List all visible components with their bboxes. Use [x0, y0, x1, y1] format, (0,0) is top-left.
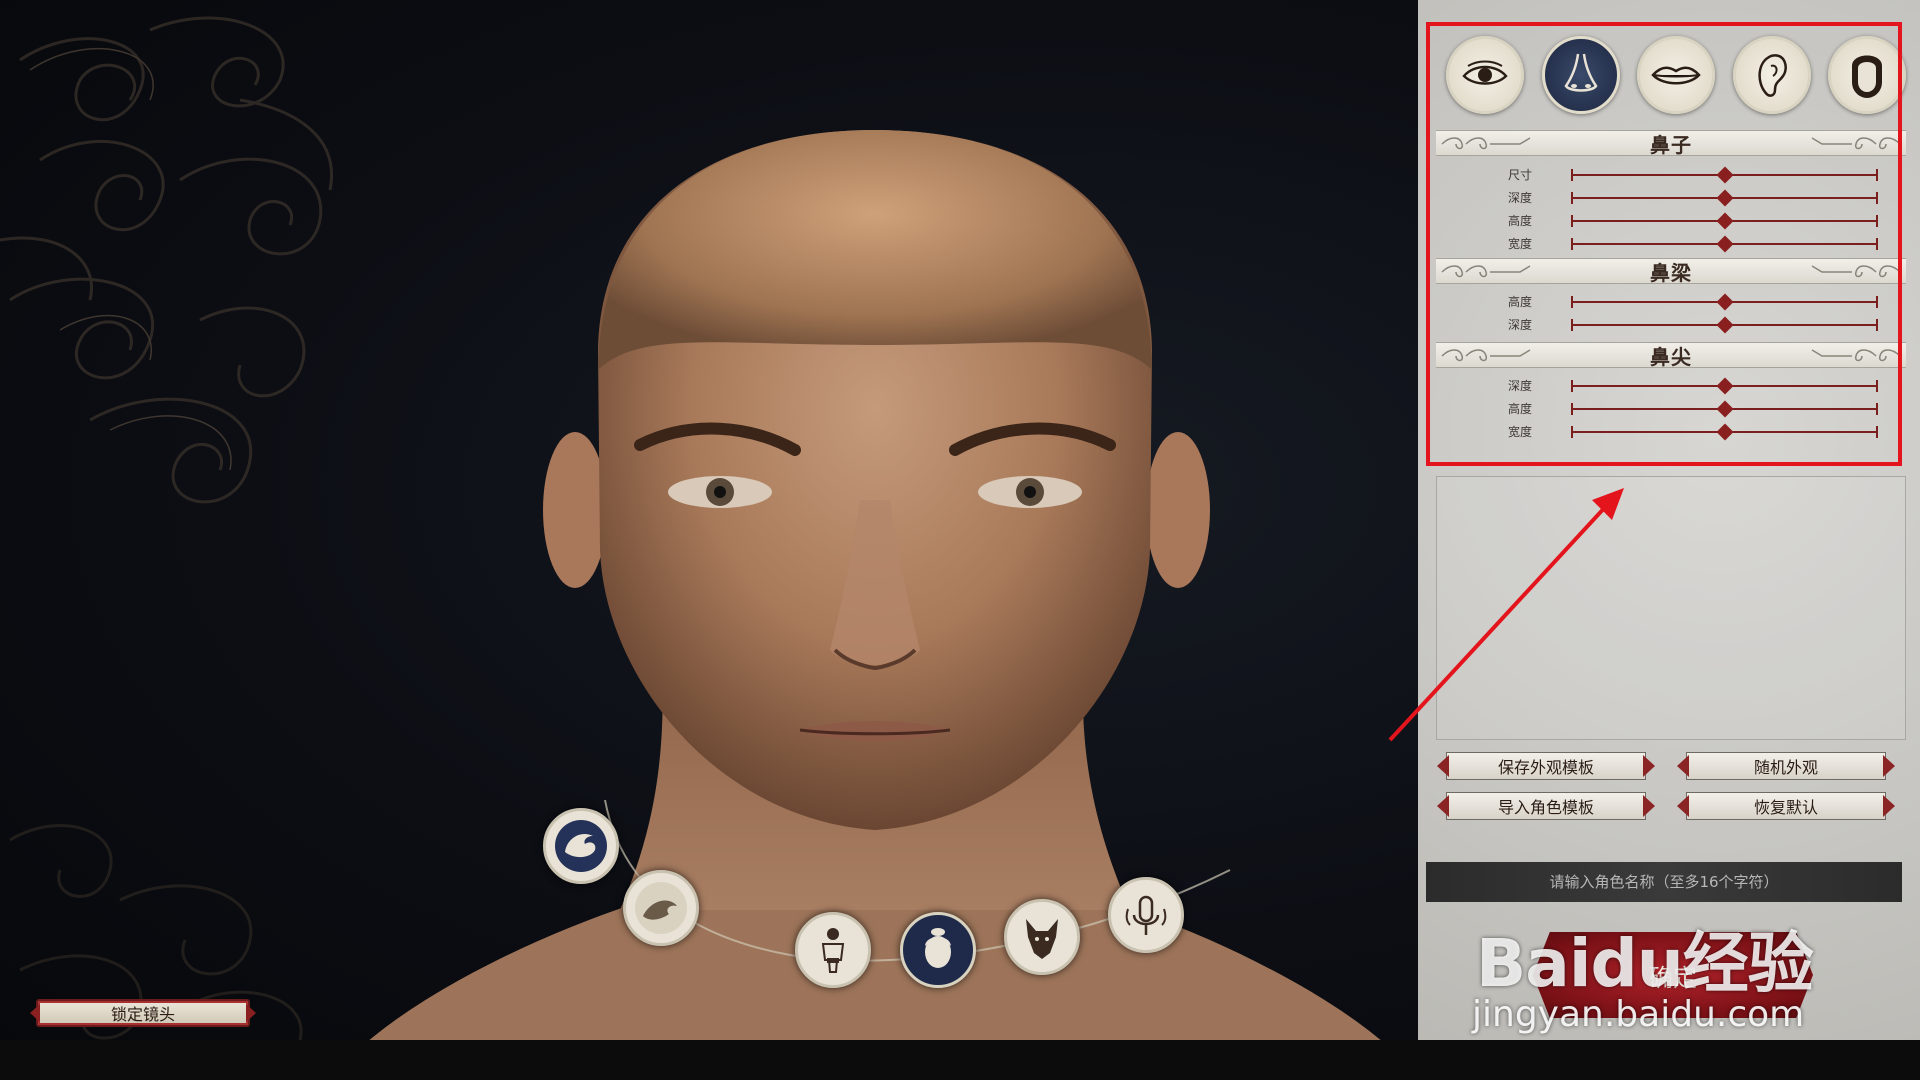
wheel-body-button[interactable] [795, 912, 871, 988]
wheel-head-button[interactable] [900, 912, 976, 988]
import-template-button[interactable]: 导入角色模板 [1446, 792, 1646, 820]
wheel-wolf-button[interactable] [1004, 899, 1080, 975]
annotation-arrow [1388, 488, 1624, 742]
save-template-button[interactable]: 保存外观模板 [1446, 752, 1646, 780]
restore-default-button[interactable]: 恢复默认 [1686, 792, 1886, 820]
body-icon [821, 928, 845, 973]
dragon-icon [555, 820, 607, 872]
game-screen: 锁定镜头 鼻子 尺寸 深度 高度 宽度 鼻梁 高度 深度 鼻尖 深度 高度 宽度… [0, 0, 1920, 1080]
lock-camera-button[interactable]: 锁定镜头 [36, 999, 250, 1027]
annotation-highlight-box [1426, 22, 1902, 466]
wolf-icon [1026, 919, 1058, 959]
wheel-voice-button[interactable] [1108, 877, 1184, 953]
head-icon [925, 928, 951, 968]
bottom-ink-border [0, 1040, 1920, 1080]
character-name-input[interactable] [1426, 862, 1902, 902]
confirm-button[interactable]: 确定 [1533, 932, 1813, 1018]
wave-icon [635, 882, 687, 934]
voice-icon [1125, 895, 1167, 935]
wheel-wave-button[interactable] [623, 870, 699, 946]
random-look-button[interactable]: 随机外观 [1686, 752, 1886, 780]
wheel-dragon-button[interactable] [543, 808, 619, 884]
